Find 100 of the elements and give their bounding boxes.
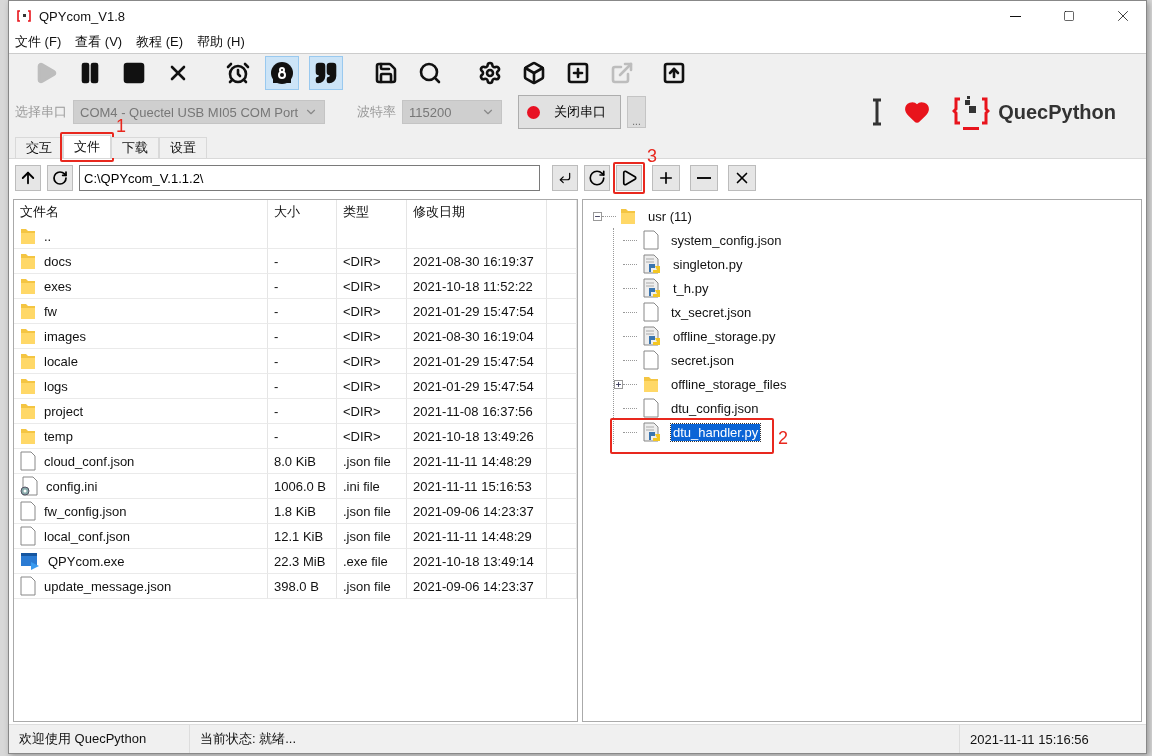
refresh-icon: [52, 170, 68, 186]
toolbar-button[interactable]: [309, 56, 343, 90]
tree-item[interactable]: dtu_config.json: [669, 399, 761, 417]
file-type: .json file: [343, 578, 391, 594]
file-name: locale: [44, 353, 78, 369]
tree-item[interactable]: secret.json: [669, 351, 736, 369]
highlight-frame: [613, 162, 645, 194]
modified-date: 2021-11-11 14:48:29: [413, 528, 532, 544]
folder-icon: [20, 427, 36, 445]
heart-icon: [904, 99, 931, 125]
enter-icon: [558, 171, 572, 185]
column-header[interactable]: 大小: [268, 200, 337, 224]
python-file-icon: [643, 326, 661, 346]
file-size: -: [274, 328, 279, 344]
step-number: 2: [778, 428, 788, 449]
tree-item[interactable]: offline_storage_files: [669, 375, 789, 393]
file-size: 398.0 B: [274, 578, 319, 594]
collapse-toggle[interactable]: [593, 211, 602, 221]
refresh-button[interactable]: [47, 165, 73, 191]
file-type: <DIR>: [343, 328, 381, 344]
file-type: .json file: [343, 503, 391, 519]
minus-icon: [697, 177, 711, 179]
tree-item[interactable]: t_h.py: [671, 279, 711, 297]
refresh-button[interactable]: [584, 165, 610, 191]
folder-icon: [20, 227, 36, 245]
menu-item[interactable]: 文件 (F): [15, 33, 62, 51]
file-size: 1006.0 B: [274, 478, 327, 494]
column-header[interactable]: 文件名: [14, 200, 268, 224]
refresh-icon: [588, 169, 606, 187]
stop-icon: [122, 61, 146, 85]
folder-icon: [20, 327, 36, 345]
save-icon: [374, 61, 398, 85]
settings-file-icon: [20, 476, 38, 496]
file-size: -: [274, 378, 279, 394]
folder-icon: [20, 352, 36, 370]
add-button[interactable]: [652, 165, 680, 191]
file-name: fw: [44, 303, 57, 319]
remove-button[interactable]: [690, 165, 718, 191]
expand-toggle[interactable]: [614, 379, 623, 389]
search-icon: [418, 61, 442, 85]
folder-icon: [20, 252, 36, 270]
column-header[interactable]: 修改日期: [407, 200, 547, 224]
file-name: docs: [44, 253, 72, 269]
modified-date: 2021-10-18 13:49:26: [413, 428, 534, 444]
folder-icon: [20, 402, 36, 420]
python-file-icon: [643, 254, 661, 274]
file-type: <DIR>: [343, 428, 381, 444]
menu-item[interactable]: 帮助 (H): [197, 33, 245, 51]
modified-date: 2021-01-29 15:47:54: [413, 353, 534, 369]
step-number: 3: [647, 146, 657, 167]
status-text: 2021-11-11 15:16:56: [970, 731, 1089, 747]
file-size: -: [274, 403, 279, 419]
tab[interactable]: 下载: [111, 137, 159, 158]
file-name: QPYcom.exe: [48, 553, 125, 569]
enter-button[interactable]: [552, 165, 578, 191]
delete-button[interactable]: [728, 165, 756, 191]
file-name: ..: [44, 228, 52, 244]
file-type: .exe file: [343, 553, 388, 569]
file-name: exes: [44, 278, 72, 294]
python-file-icon: [643, 278, 661, 298]
file-name: images: [44, 328, 86, 344]
tree-item[interactable]: system_config.json: [669, 231, 784, 249]
file-name: cloud_conf.json: [44, 453, 135, 469]
modified-date: 2021-09-06 14:23:37: [413, 503, 534, 519]
folder-icon: [643, 375, 659, 393]
file-size: -: [274, 253, 279, 269]
maximize-icon: [1063, 10, 1075, 22]
tree-item[interactable]: offline_storage.py: [671, 327, 778, 345]
application-icon: [20, 551, 40, 571]
text-cursor-icon: [872, 98, 883, 126]
modified-date: 2021-08-30 16:19:37: [413, 253, 534, 269]
tree-item[interactable]: singleton.py: [671, 255, 745, 273]
file-type: <DIR>: [343, 303, 381, 319]
status-text: 当前状态: 就绪...: [200, 730, 297, 748]
file-name: project: [44, 403, 84, 419]
file-type: <DIR>: [343, 378, 381, 394]
tree-item[interactable]: tx_secret.json: [669, 303, 754, 321]
tree-item[interactable]: usr (11): [646, 207, 694, 225]
file-size: -: [274, 353, 279, 369]
toolbar-button[interactable]: [265, 56, 299, 90]
tab[interactable]: 交互: [15, 137, 63, 158]
file-name: temp: [44, 428, 73, 444]
folder-icon: [20, 377, 36, 395]
menu-item[interactable]: 查看 (V): [75, 33, 123, 51]
tab[interactable]: 设置: [159, 137, 207, 158]
folder-icon: [620, 207, 636, 225]
file-type: .json file: [343, 453, 391, 469]
modified-date: 2021-01-29 15:47:54: [413, 378, 534, 394]
modified-date: 2021-01-29 15:47:54: [413, 303, 534, 319]
record-icon: [527, 105, 540, 119]
up-button[interactable]: [15, 165, 41, 191]
tree-item[interactable]: dtu_handler.py: [671, 423, 761, 441]
file-icon: [643, 230, 659, 250]
path-field[interactable]: C:\QPYcom_V.1.1.2\: [79, 165, 540, 191]
menu-item[interactable]: 教程 (E): [136, 33, 184, 51]
file-type: .json file: [343, 528, 391, 544]
column-header[interactable]: 类型: [337, 200, 407, 224]
file-icon: [643, 350, 659, 370]
quote-icon: [314, 61, 338, 85]
baud-label: 波特率: [357, 103, 396, 121]
